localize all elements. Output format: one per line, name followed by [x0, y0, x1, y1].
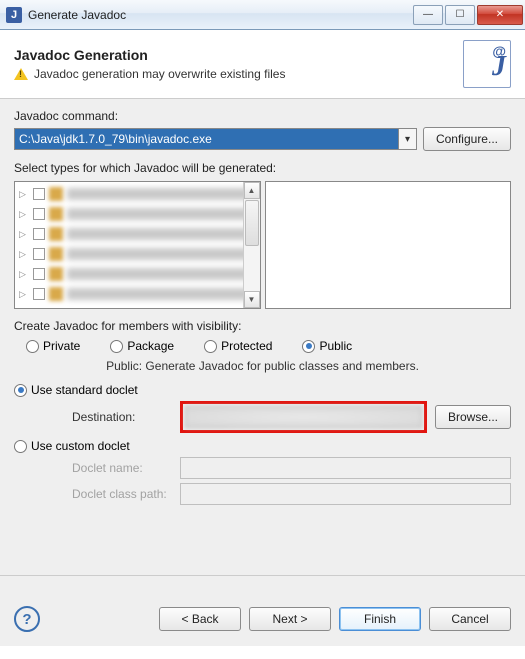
visibility-package-radio[interactable]: Package [110, 339, 174, 353]
close-button[interactable]: ✕ [477, 5, 523, 25]
scroll-thumb[interactable] [245, 200, 259, 246]
separator [0, 575, 525, 576]
back-button[interactable]: < Back [159, 607, 241, 631]
destination-input[interactable] [185, 406, 422, 428]
title-bar: J Generate Javadoc — ☐ ✕ [0, 0, 525, 30]
visibility-protected-label: Protected [221, 339, 272, 353]
visibility-description: Public: Generate Javadoc for public clas… [14, 359, 511, 373]
doclet-name-input [180, 457, 511, 479]
javadoc-command-label: Javadoc command: [14, 109, 511, 123]
types-detail-list[interactable] [265, 181, 512, 309]
visibility-label: Create Javadoc for members with visibili… [14, 319, 511, 333]
finish-button[interactable]: Finish [339, 607, 421, 631]
scrollbar[interactable]: ▲ ▼ [243, 182, 260, 308]
standard-doclet-radio[interactable]: Use standard doclet [14, 383, 511, 397]
tree-item[interactable]: ▷ [15, 184, 260, 204]
tree-item[interactable]: ▷ [15, 244, 260, 264]
standard-doclet-label: Use standard doclet [31, 383, 138, 397]
visibility-public-label: Public [319, 339, 352, 353]
visibility-protected-radio[interactable]: Protected [204, 339, 272, 353]
tree-item[interactable]: ▷ [15, 224, 260, 244]
page-subtitle: Javadoc generation may overwrite existin… [34, 67, 285, 81]
doclet-class-path-label: Doclet class path: [72, 487, 172, 501]
scroll-up-icon[interactable]: ▲ [244, 182, 260, 199]
javadoc-command-combo[interactable] [14, 128, 417, 150]
chevron-down-icon[interactable] [398, 129, 416, 149]
browse-button[interactable]: Browse... [435, 405, 511, 429]
doclet-name-label: Doclet name: [72, 461, 172, 475]
doclet-class-path-input [180, 483, 511, 505]
destination-label: Destination: [72, 410, 172, 424]
window-title: Generate Javadoc [28, 8, 411, 22]
select-types-label: Select types for which Javadoc will be g… [14, 161, 511, 175]
maximize-button[interactable]: ☐ [445, 5, 475, 25]
tree-item[interactable]: ▷ [15, 284, 260, 304]
visibility-private-radio[interactable]: Private [26, 339, 80, 353]
destination-highlight [180, 401, 427, 433]
custom-doclet-radio[interactable]: Use custom doclet [14, 439, 511, 453]
visibility-package-label: Package [127, 339, 174, 353]
types-tree[interactable]: ▷ ▷ ▷ ▷ ▷ ▷ ▲ ▼ [14, 181, 261, 309]
visibility-private-label: Private [43, 339, 80, 353]
next-button[interactable]: Next > [249, 607, 331, 631]
javadoc-large-icon: @J [463, 40, 511, 88]
wizard-header: Javadoc Generation Javadoc generation ma… [0, 30, 525, 99]
cancel-button[interactable]: Cancel [429, 607, 511, 631]
configure-button[interactable]: Configure... [423, 127, 511, 151]
tree-item[interactable]: ▷ [15, 264, 260, 284]
warning-icon [14, 68, 28, 80]
page-title: Javadoc Generation [14, 47, 463, 63]
scroll-down-icon[interactable]: ▼ [244, 291, 260, 308]
javadoc-command-input[interactable] [15, 129, 398, 149]
visibility-public-radio[interactable]: Public [302, 339, 352, 353]
minimize-button[interactable]: — [413, 5, 443, 25]
custom-doclet-label: Use custom doclet [31, 439, 130, 453]
help-icon[interactable]: ? [14, 606, 40, 632]
app-icon: J [6, 7, 22, 23]
tree-item[interactable]: ▷ [15, 204, 260, 224]
